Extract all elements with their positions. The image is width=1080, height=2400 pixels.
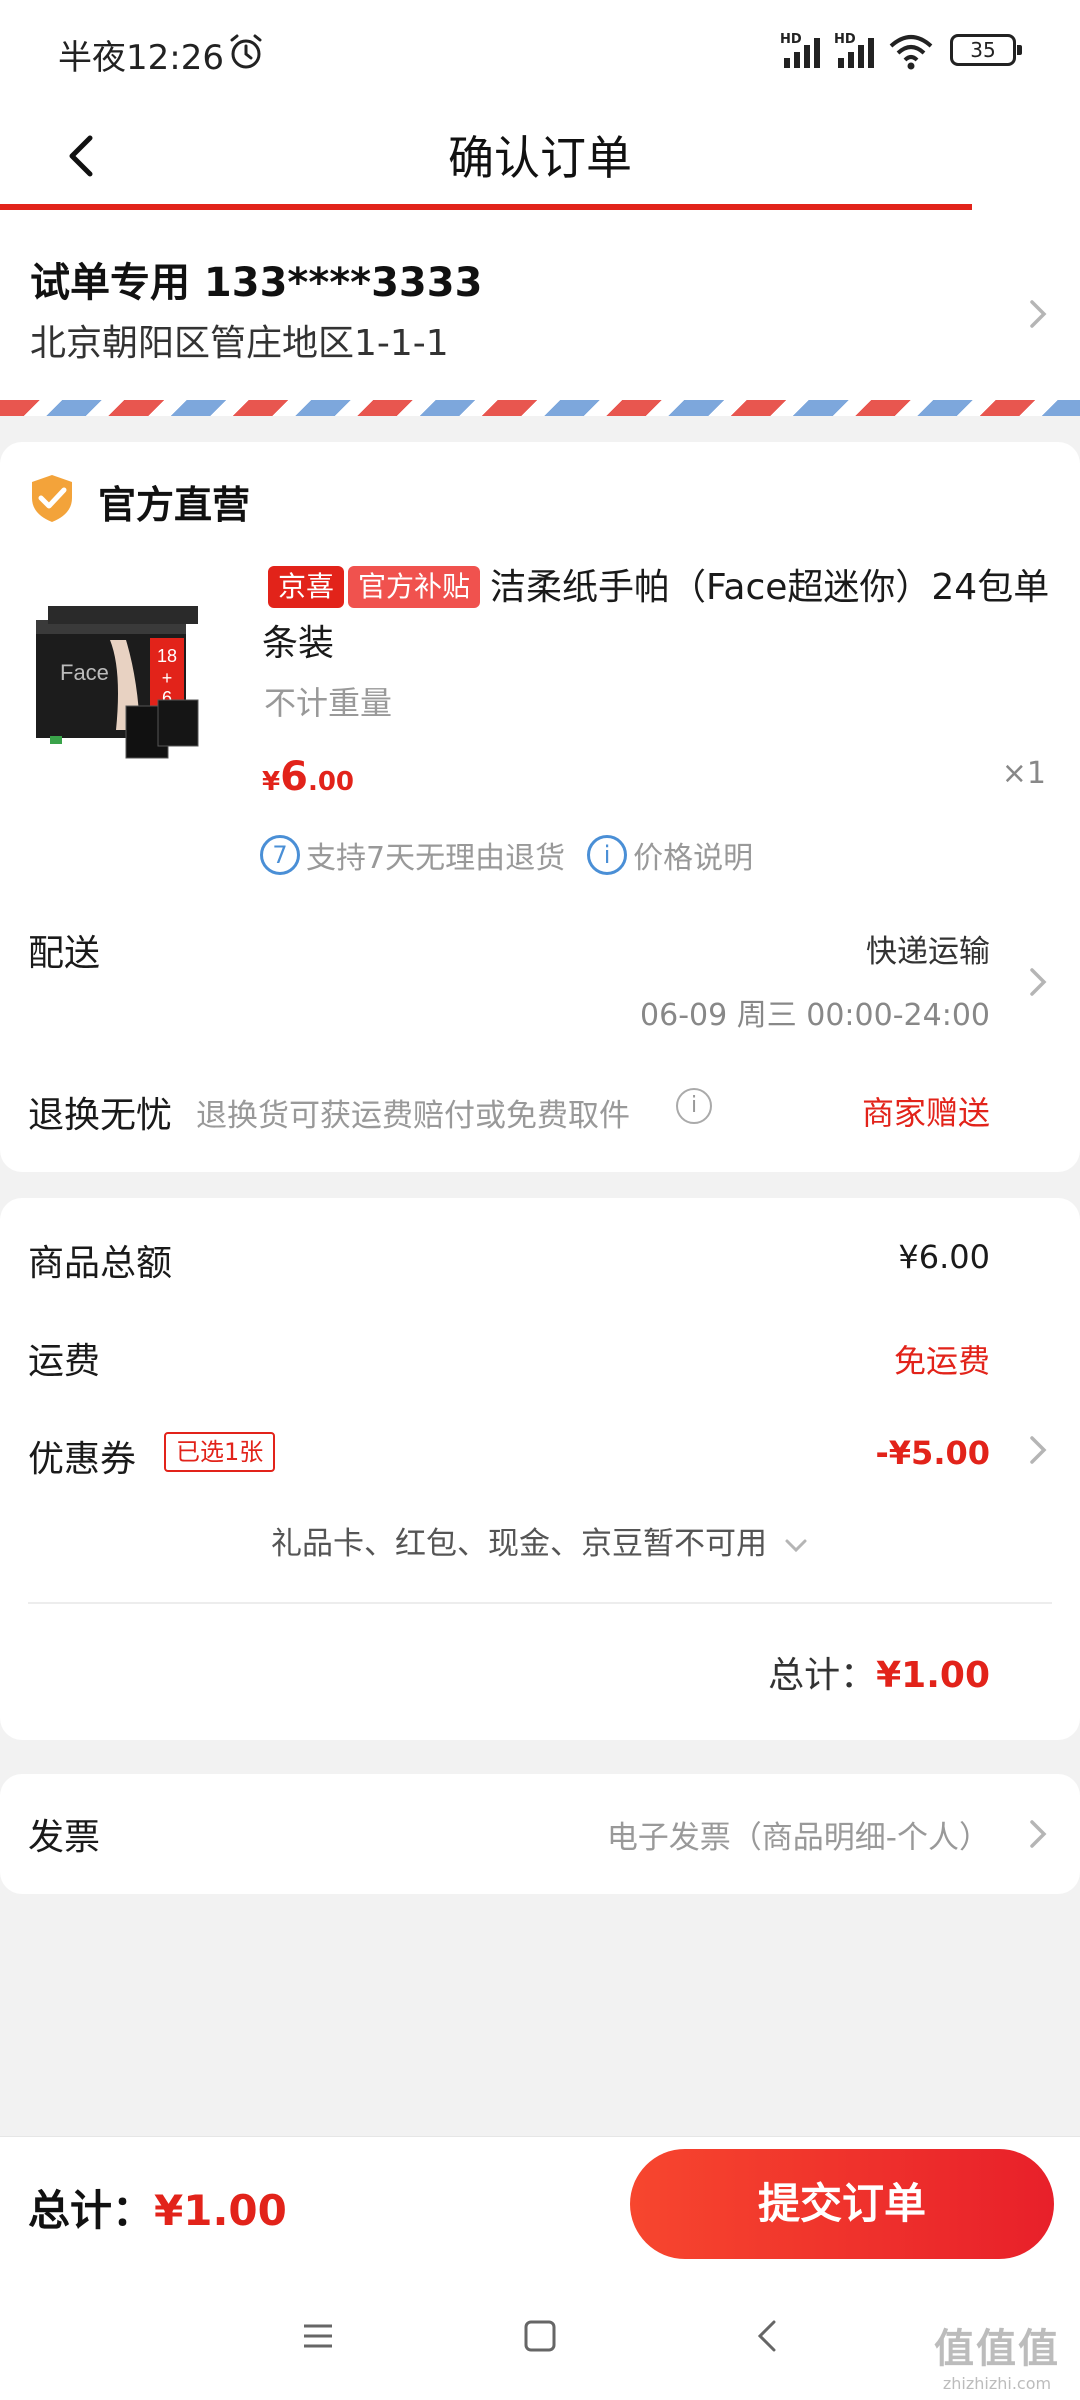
service-info-row: 7 支持7天无理由退货 i 价格说明	[260, 830, 775, 880]
seven-day-return-label[interactable]: 支持7天无理由退货	[306, 833, 565, 877]
chevron-right-icon[interactable]	[1022, 1430, 1052, 1470]
svg-text:Face: Face	[60, 660, 109, 685]
product-card: 官方直营 18 + 6 Face 京喜 官方补贴 洁柔纸手帕（Face超迷你）2…	[0, 442, 1080, 1172]
address-section[interactable]: 试单专用 133****3333 北京朝阳区管庄地区1-1-1	[0, 210, 1080, 400]
chevron-right-icon[interactable]	[1022, 962, 1052, 1002]
shipping-label: 运费	[28, 1341, 101, 1382]
cell-signal-2-icon: HD	[834, 32, 890, 70]
seven-day-return-icon: 7	[260, 835, 300, 875]
returns-label: 退换无忧	[28, 1095, 173, 1136]
submit-order-button[interactable]: 提交订单	[630, 2149, 1054, 2259]
svg-text:+: +	[162, 668, 173, 688]
product-price: ¥6.00	[262, 754, 354, 800]
product-quantity: ×1	[1001, 756, 1046, 791]
alarm-icon	[230, 34, 262, 69]
checkout-bottom-bar: 总计：¥1.00 提交订单	[0, 2136, 1080, 2270]
invoice-row[interactable]: 发票 电子发票（商品明细-个人）	[0, 1774, 1080, 1894]
unavailable-payments-text: 礼品卡、红包、现金、京豆暂不可用	[271, 1526, 767, 1562]
price-explanation-link[interactable]: 价格说明	[633, 833, 753, 877]
battery-icon: 35	[950, 34, 1022, 66]
shop-name: 官方直营	[98, 483, 251, 527]
invoice-value: 电子发票（商品明细-个人）	[606, 1820, 990, 1856]
delivery-time[interactable]: 06-09 周三 00:00-24:00	[640, 990, 990, 1034]
svg-text:18: 18	[157, 646, 177, 666]
goods-total-label: 商品总额	[28, 1243, 173, 1284]
wifi-icon	[889, 35, 933, 70]
summary-total: 总计：¥1.00	[768, 1655, 990, 1696]
product-image[interactable]: 18 + 6 Face	[30, 580, 230, 780]
bottom-total: 总计：¥1.00	[28, 2186, 287, 2235]
chevron-right-icon	[1030, 300, 1047, 328]
status-time: 半夜12:26	[58, 38, 224, 78]
coupon-label: 优惠券	[28, 1439, 137, 1480]
info-icon: i	[587, 835, 628, 875]
menu-icon[interactable]	[298, 2316, 338, 2356]
info-icon[interactable]: i	[676, 1088, 712, 1124]
goods-total-value: ¥6.00	[898, 1238, 990, 1276]
returns-value: 商家赠送	[861, 1094, 990, 1132]
delivery-method[interactable]: 快递运输	[866, 926, 990, 971]
product-weight: 不计重量	[264, 684, 393, 722]
checkout-page: 半夜12:26 HD HD 35 确认订单 试单专用 133****3333 北…	[0, 0, 1080, 2400]
system-nav-bar	[0, 2270, 1080, 2400]
shipping-value: 免运费	[893, 1342, 990, 1380]
coupon-value[interactable]: -¥5.00	[876, 1434, 991, 1472]
cell-signal-1-icon: HD	[780, 32, 836, 70]
back-triangle-icon[interactable]	[748, 2316, 788, 2356]
price-summary-card: 商品总额 ¥6.00 运费 免运费 优惠券 已选1张 -¥5.00 礼品卡、红包…	[0, 1198, 1080, 1740]
recipient-name-phone: 试单专用 133****3333	[30, 260, 483, 306]
returns-description: 退换货可获运费赔付或免费取件	[196, 1098, 630, 1134]
chevron-down-icon	[785, 1539, 807, 1552]
status-bar: 半夜12:26 HD HD 35	[0, 0, 1080, 108]
chevron-right-icon	[1030, 1820, 1047, 1848]
shield-check-icon	[32, 475, 72, 522]
unavailable-payments-toggle[interactable]: 礼品卡、红包、现金、京豆暂不可用	[0, 1518, 1080, 1563]
address-detail: 北京朝阳区管庄地区1-1-1	[30, 323, 449, 364]
coupon-selected-badge: 已选1张	[164, 1432, 276, 1472]
product-title[interactable]: 洁柔纸手帕（Face超迷你）24包单条装	[262, 560, 1052, 672]
delivery-label: 配送	[28, 933, 101, 974]
nav-header: 确认订单	[0, 108, 1080, 204]
invoice-label: 发票	[28, 1817, 101, 1858]
page-title: 确认订单	[448, 131, 632, 185]
watermark: 值值值 zhizhizhi.com	[934, 2326, 1060, 2393]
airmail-border	[0, 400, 1080, 416]
divider	[28, 1602, 1052, 1604]
home-square-icon[interactable]	[520, 2316, 560, 2356]
